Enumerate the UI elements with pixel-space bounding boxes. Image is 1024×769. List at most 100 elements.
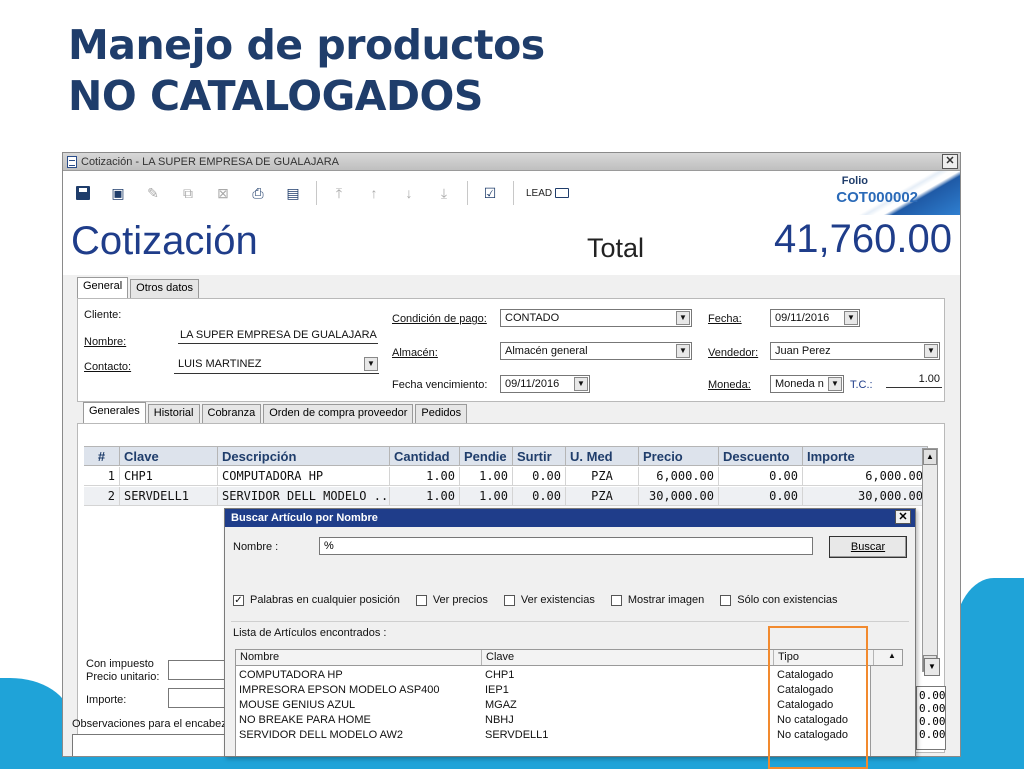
slide-title-line2: NO CATALOGADOS — [68, 72, 483, 120]
cell-pendiente: 1.00 — [460, 467, 513, 485]
tab-orden-compra-proveedor[interactable]: Orden de compra proveedor — [263, 404, 414, 423]
vendedor-value: Juan Perez — [775, 345, 831, 357]
item-clave: NBHJ — [485, 714, 514, 726]
col-nombre[interactable]: Nombre — [236, 650, 482, 665]
col-cantidad[interactable]: Cantidad — [390, 447, 460, 465]
up-arrow-icon: ↑ — [370, 185, 378, 201]
fecha-picker[interactable]: 09/11/2016 ▼ — [770, 309, 860, 327]
col-number[interactable]: # — [84, 447, 120, 465]
fecha-label: Fecha: — [708, 313, 742, 325]
cell-surtir: 0.00 — [513, 487, 566, 505]
chevron-down-icon[interactable]: ▼ — [924, 658, 940, 676]
check-ver-precios[interactable]: Ver precios — [415, 594, 488, 606]
check-mostrar-imagen[interactable]: Mostrar imagen — [610, 594, 704, 606]
importe-label: Importe: — [86, 694, 127, 706]
dialog-title: Buscar Artículo por Nombre — [231, 512, 378, 524]
tab-otros-datos[interactable]: Otros datos — [130, 279, 199, 298]
col-descripcion[interactable]: Descripción — [218, 447, 390, 465]
almacen-select[interactable]: Almacén general ▼ — [500, 342, 692, 360]
print-icon: ⎙ — [252, 184, 264, 201]
window-close-button[interactable]: ✕ — [942, 154, 958, 169]
vendedor-select[interactable]: Juan Perez ▼ — [770, 342, 940, 360]
importe-field[interactable] — [168, 688, 228, 708]
col-clave[interactable]: Clave — [120, 447, 218, 465]
chevron-down-icon: ▼ — [574, 377, 588, 391]
fecha-vencimiento-picker[interactable]: 09/11/2016 ▼ — [500, 375, 590, 393]
document-title: Cotización — [71, 219, 258, 263]
precio-unitario-field[interactable] — [168, 660, 228, 680]
table-row[interactable]: 2 SERVDELL1 SERVIDOR DELL MODELO ... 1.0… — [84, 487, 928, 506]
toolbar-separator — [513, 181, 514, 205]
delete-icon: ⊠ — [217, 184, 229, 201]
preview-button[interactable]: ▤ — [279, 181, 307, 205]
detail-tabs: Generales Historial Cobranza Orden de co… — [83, 402, 469, 423]
cell-cantidad: 1.00 — [390, 467, 460, 485]
scroll-up-icon[interactable]: ▲ — [923, 449, 937, 465]
delete-button[interactable]: ⊠ — [209, 181, 237, 205]
buscar-button[interactable]: Buscar — [829, 536, 907, 558]
tab-historial[interactable]: Historial — [147, 404, 200, 423]
observaciones-field[interactable] — [72, 734, 228, 756]
last-record-button[interactable]: ⤓ — [430, 181, 458, 205]
cell-unidad: PZA — [566, 467, 639, 485]
first-icon: ⤒ — [335, 184, 343, 201]
contacto-select[interactable]: LUIS MARTINEZ ▼ — [174, 356, 379, 374]
folder-icon[interactable] — [555, 188, 570, 198]
first-record-button[interactable]: ⤒ — [325, 181, 353, 205]
contacto-value: LUIS MARTINEZ — [178, 358, 262, 370]
check-palabras-cualquier-posicion[interactable]: ✓ Palabras en cualquier posición — [233, 594, 400, 606]
check-label: Palabras en cualquier posición — [250, 594, 400, 606]
grid-vertical-scrollbar[interactable]: ▲ ▼ — [922, 448, 938, 672]
col-unidad-medida[interactable]: U. Med — [566, 447, 639, 465]
col-precio[interactable]: Precio — [639, 447, 719, 465]
save-button[interactable] — [69, 181, 97, 205]
tab-cobranza[interactable]: Cobranza — [201, 404, 262, 423]
tc-field[interactable]: 1.00 — [886, 373, 942, 388]
col-pendiente[interactable]: Pendie — [460, 447, 513, 465]
almacen-label: Almacén: — [392, 347, 438, 359]
prev-record-button[interactable]: ↑ — [360, 181, 388, 205]
save-icon — [76, 186, 90, 200]
folio-value: COT000002 — [836, 189, 918, 206]
copy-button[interactable]: ⧉ — [174, 181, 202, 205]
print-button[interactable]: ⎙ — [244, 181, 272, 205]
next-record-button[interactable]: ↓ — [395, 181, 423, 205]
decorative-wave-right — [954, 578, 1024, 769]
lead-button[interactable]: LEAD — [526, 188, 552, 199]
nombre-field[interactable]: LA SUPER EMPRESA DE GUALAJARA — [178, 329, 378, 344]
dialog-titlebar: Buscar Artículo por Nombre ✕ — [225, 509, 915, 527]
toolbar-separator — [467, 181, 468, 205]
col-surtir[interactable]: Surtir — [513, 447, 566, 465]
cell-pendiente: 1.00 — [460, 487, 513, 505]
dialog-divider — [231, 621, 909, 622]
scroll-up-icon[interactable]: ▲ — [882, 650, 902, 665]
check-solo-existencias[interactable]: Sólo con existencias — [720, 594, 838, 606]
cell-clave: SERVDELL1 — [120, 487, 218, 505]
dialog-nombre-input[interactable]: % — [319, 537, 813, 555]
toolbar-separator — [316, 181, 317, 205]
approve-button[interactable]: ☑ — [476, 181, 504, 205]
moneda-select[interactable]: Moneda n ▼ — [770, 375, 844, 393]
chevron-down-icon: ▼ — [924, 344, 938, 358]
condicion-pago-select[interactable]: CONTADO ▼ — [500, 309, 692, 327]
table-row[interactable]: 1 CHP1 COMPUTADORA HP 1.00 1.00 0.00 PZA… — [84, 467, 928, 486]
save-as-button[interactable]: ▣ — [104, 181, 132, 205]
moneda-value: Moneda n — [775, 378, 824, 390]
chevron-down-icon: ▼ — [844, 311, 858, 325]
tab-generales[interactable]: Generales — [83, 402, 146, 423]
total-value-2: 0.00 — [919, 702, 946, 715]
check-ver-existencias[interactable]: Ver existencias — [503, 594, 595, 606]
cell-surtir: 0.00 — [513, 467, 566, 485]
tab-pedidos[interactable]: Pedidos — [415, 404, 468, 423]
tab-general[interactable]: General — [77, 277, 129, 298]
window-titlebar: Cotización - LA SUPER EMPRESA DE GUALAJA… — [63, 153, 960, 171]
edit-button[interactable]: ✎ — [139, 181, 167, 205]
col-descuento[interactable]: Descuento — [719, 447, 803, 465]
dialog-close-button[interactable]: ✕ — [895, 510, 911, 524]
moneda-label: Moneda: — [708, 379, 751, 391]
col-importe[interactable]: Importe — [803, 447, 928, 465]
col-clave[interactable]: Clave — [482, 650, 774, 665]
cell-descuento: 0.00 — [719, 467, 803, 485]
last-icon: ⤓ — [440, 184, 448, 201]
col-filler — [874, 650, 882, 665]
